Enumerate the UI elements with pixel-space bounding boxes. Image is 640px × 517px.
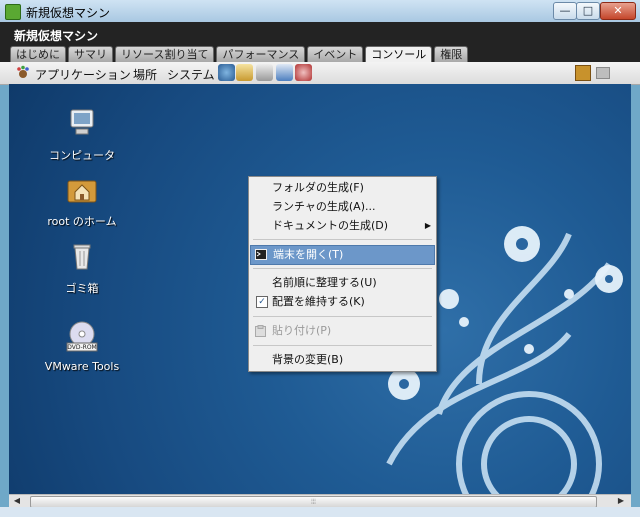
desktop-context-menu: フォルダの生成(F) ランチャの生成(A)... ドキュメントの生成(D) ▶ … [248,176,437,372]
close-button[interactable]: ✕ [600,2,636,20]
menu-applications[interactable]: アプリケーション [35,66,131,83]
document-icon[interactable] [276,64,293,81]
menu-change-background[interactable]: 背景の変更(B) [250,351,435,369]
desktop-icon-label: root のホーム [47,215,117,228]
trash-icon [73,244,91,270]
guest-top-panel: アプリケーション 場所 システム [0,62,640,85]
maximize-button[interactable]: □ [576,2,600,20]
scroll-right-arrow-icon[interactable]: ▶ [615,495,627,507]
desktop-icon-label: ゴミ箱 [65,282,99,295]
checkbox-checked-icon[interactable]: ✓ [256,296,268,308]
desktop-icon-computer[interactable]: コンピュータ [27,106,137,163]
paste-icon [255,325,266,337]
window-title: 新規仮想マシン [26,6,111,20]
dvd-rom-badge: DVD-ROM [67,344,97,351]
browser-icon[interactable] [218,64,235,81]
menu-system[interactable]: システム [167,66,215,83]
vm-header: 新規仮想マシン はじめに サマリ リソース割り当て パフォーマンス イベント コ… [0,22,640,63]
tab-bar: はじめに サマリ リソース割り当て パフォーマンス イベント コンソール 権限 [10,46,470,63]
tab-performance[interactable]: パフォーマンス [216,46,306,62]
terminal-icon [255,249,267,260]
tab-console[interactable]: コンソール [365,46,433,63]
tab-permissions[interactable]: 権限 [434,46,469,62]
tab-getting-started[interactable]: はじめに [10,46,66,62]
computer-icon [70,109,94,135]
desktop-icon-vmware-tools[interactable]: DVD-ROM VMware Tools [27,319,137,373]
tab-events[interactable]: イベント [307,46,364,62]
mail-icon[interactable] [236,64,253,81]
desktop-icon-label: VMware Tools [44,360,120,373]
tab-resource-allocation[interactable]: リソース割り当て [115,46,215,62]
menu-places[interactable]: 場所 [133,66,157,83]
notification-box-icon[interactable] [575,65,591,81]
menu-keep-aligned[interactable]: ✓ 配置を維持する(K) [250,293,435,311]
help-icon[interactable] [295,64,312,81]
menu-separator [253,268,432,269]
horizontal-scrollbar[interactable]: ◀ ⦙⦙⦙ ▶ [9,494,631,508]
scrollbar-grip-icon: ⦙⦙⦙ [311,498,316,506]
home-folder-icon [67,180,97,203]
gnome-foot-icon [17,65,29,78]
desktop-icon-trash[interactable]: ゴミ箱 [27,239,137,296]
menu-arrange-by-name[interactable]: 名前順に整理する(U) [250,274,435,292]
menu-paste: 貼り付け(P) [250,322,435,340]
tab-summary[interactable]: サマリ [68,46,113,62]
vm-app-icon [5,4,21,20]
minimize-button[interactable]: — [553,2,577,20]
menu-create-folder[interactable]: フォルダの生成(F) [250,179,435,197]
vm-name: 新規仮想マシン [14,29,99,43]
scroll-left-arrow-icon[interactable]: ◀ [11,495,23,507]
menu-create-launcher[interactable]: ランチャの生成(A)... [250,198,435,216]
menu-separator [253,345,432,346]
window-bottom-border [0,507,640,517]
menu-open-terminal[interactable]: 端末を開く(T) [250,245,435,265]
tray-icon[interactable] [596,67,610,79]
menu-separator [253,316,432,317]
menu-separator [253,239,432,240]
desktop-icon-root-home[interactable]: root のホーム [27,172,137,229]
menu-create-document[interactable]: ドキュメントの生成(D) ▶ [250,217,435,235]
submenu-arrow-icon: ▶ [424,221,431,230]
desktop-icon-label: コンピュータ [49,149,115,162]
text-editor-icon[interactable] [256,64,273,81]
